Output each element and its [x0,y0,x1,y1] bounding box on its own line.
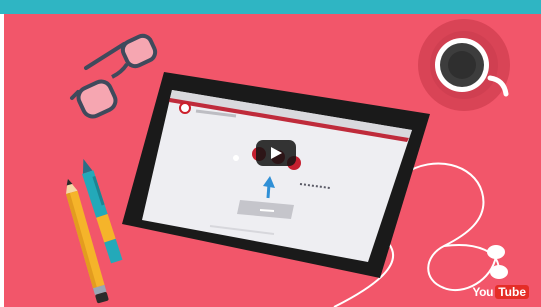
play-icon [271,147,282,159]
play-button[interactable] [256,140,296,166]
youtube-logo-tube: Tube [495,285,529,299]
coffee-mug-illustration [418,19,510,111]
youtube-logo[interactable]: You Tube [472,285,529,299]
player-top-bar [0,0,541,14]
youtube-logo-you: You [472,285,494,299]
video-player[interactable]: You Tube [0,0,541,307]
